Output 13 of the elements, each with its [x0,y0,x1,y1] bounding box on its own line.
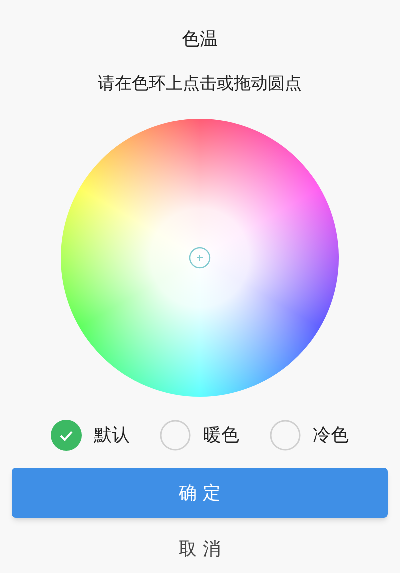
checked-radio-icon [51,420,82,451]
option-label: 暖色 [203,424,240,448]
crosshair-handle-icon[interactable] [189,247,211,269]
instruction-text: 请在色环上点击或拖动圆点 [98,73,302,96]
cancel-button[interactable]: 取 消 [179,534,221,564]
dialog-title: 色温 [182,28,218,52]
option-label: 冷色 [312,424,349,448]
radio-option[interactable]: 暖色 [160,420,240,451]
radio-option[interactable]: 默认 [51,420,130,451]
unchecked-radio-icon [270,420,301,451]
radio-option[interactable]: 冷色 [270,420,349,451]
unchecked-radio-icon [160,420,192,451]
option-label: 默认 [94,424,130,448]
